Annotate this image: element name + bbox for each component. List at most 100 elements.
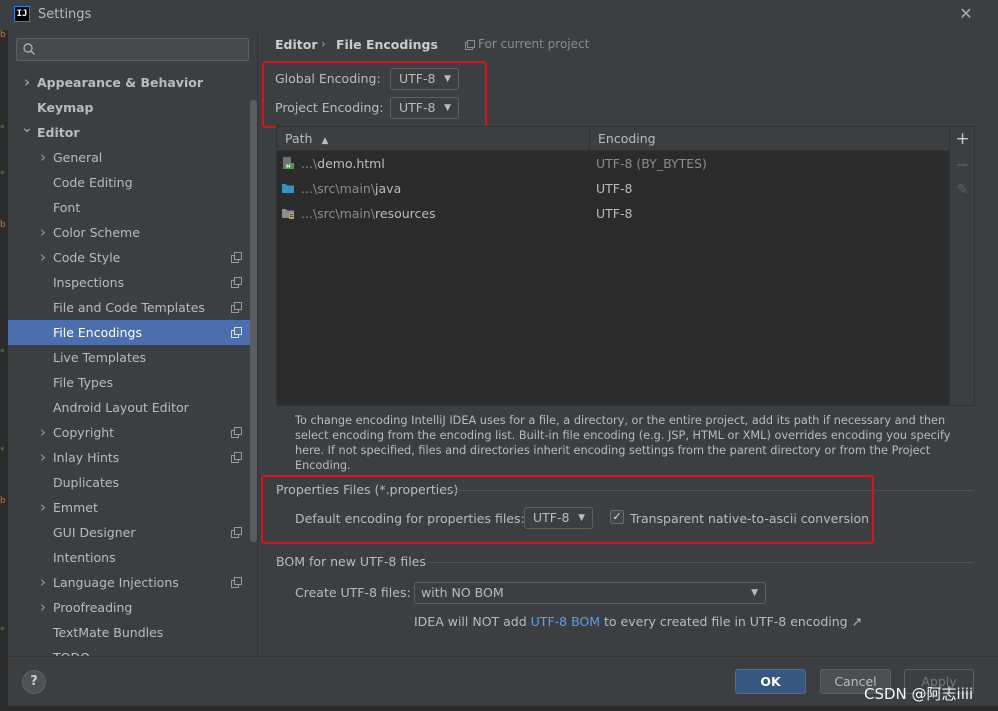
chevron-down-icon: ▼ (578, 513, 585, 523)
sidebar-item-label: Copyright (53, 425, 115, 440)
chevron-down-icon[interactable]: ⌄ (21, 116, 33, 141)
edit-icon[interactable]: ✎ (950, 179, 975, 201)
sidebar-item-label: Proofreading (53, 600, 133, 615)
sidebar-item-gui-designer[interactable]: GUI Designer (8, 520, 257, 545)
project-encoding-label: Project Encoding: (275, 100, 384, 115)
project-encoding-value: UTF-8 (399, 100, 436, 115)
sidebar-item-duplicates[interactable]: Duplicates (8, 470, 257, 495)
csdn-watermark: CSDN @阿志iiii (864, 685, 974, 703)
sidebar-item-label: Duplicates (53, 475, 120, 490)
properties-encoding-dropdown[interactable]: UTF-8 ▼ (524, 507, 593, 529)
encoding-cell[interactable]: UTF-8 (596, 176, 632, 201)
sidebar-item-file-types[interactable]: File Types (8, 370, 257, 395)
sidebar-item-todo[interactable]: TODO (8, 645, 257, 656)
sidebar-item-file-encodings[interactable]: File Encodings (8, 320, 257, 345)
bom-note: IDEA will NOT add UTF-8 BOM to every cre… (414, 614, 862, 629)
settings-tree: › Appearance & Behavior Keymap ⌄ Editor › Gene… (8, 70, 257, 656)
sidebar-item-android-layout-editor[interactable]: Android Layout Editor (8, 395, 257, 420)
bom-option-value: with NO BOM (421, 585, 504, 600)
global-encoding-dropdown[interactable]: UTF-8 ▼ (390, 68, 459, 90)
chevron-right-icon[interactable]: › (21, 70, 33, 95)
transparent-conversion-checkbox[interactable]: ✓ (610, 510, 624, 524)
sidebar-item-keymap[interactable]: Keymap (8, 95, 257, 120)
properties-encoding-value: UTF-8 (533, 510, 570, 525)
page-title: File Encodings (336, 37, 438, 52)
chevron-right-icon[interactable]: › (37, 570, 49, 595)
editor-gutter-mark: * (0, 446, 5, 456)
project-scope-icon (231, 302, 242, 313)
path-name: demo.html (317, 156, 385, 171)
remove-icon[interactable]: − (950, 154, 975, 176)
sidebar-item-proofreading[interactable]: › Proofreading (8, 595, 257, 620)
chevron-right-icon[interactable]: › (37, 220, 49, 245)
properties-section-title: Properties Files (*.properties) (276, 482, 459, 497)
sidebar-item-file-and-code-templates[interactable]: File and Code Templates (8, 295, 257, 320)
search-icon (23, 43, 35, 55)
chevron-right-icon[interactable]: › (37, 595, 49, 620)
ok-button[interactable]: OK (735, 669, 806, 694)
chevron-right-icon[interactable]: › (37, 420, 49, 445)
help-button[interactable]: ? (22, 670, 46, 694)
bom-option-dropdown[interactable]: with NO BOM ▼ (414, 582, 766, 604)
sidebar-item-font[interactable]: Font (8, 195, 257, 220)
column-header-encoding[interactable]: Encoding (590, 127, 948, 151)
sidebar-item-color-scheme[interactable]: › Color Scheme (8, 220, 257, 245)
column-header-path-label: Path (285, 131, 313, 146)
sidebar-item-label: File Encodings (53, 325, 143, 340)
column-header-path[interactable]: Path ▲ (277, 127, 589, 151)
chevron-right-icon[interactable]: › (37, 145, 49, 170)
utf8-bom-link[interactable]: UTF-8 BOM (531, 614, 600, 629)
sidebar-item-label: Appearance & Behavior (37, 75, 203, 90)
sidebar-item-code-style[interactable]: › Code Style (8, 245, 257, 270)
sidebar-item-live-templates[interactable]: Live Templates (8, 345, 257, 370)
encoding-cell[interactable]: UTF-8 (596, 201, 632, 226)
sidebar-scrollbar[interactable] (250, 100, 257, 542)
sidebar-item-label: TextMate Bundles (53, 625, 164, 640)
intellij-app-icon: IJ (14, 6, 30, 22)
resources-folder-icon (282, 209, 294, 219)
chevron-right-icon[interactable]: › (37, 495, 49, 520)
breadcrumb-editor[interactable]: Editor (275, 37, 318, 52)
project-scope-icon (231, 527, 242, 538)
encoding-help-text: To change encoding IntelliJ IDEA uses fo… (295, 414, 951, 472)
sidebar-item-inspections[interactable]: Inspections (8, 270, 257, 295)
properties-default-encoding-label: Default encoding for properties files: (295, 511, 525, 526)
folder-icon (282, 184, 294, 193)
project-encoding-dropdown[interactable]: UTF-8 ▼ (390, 97, 459, 119)
table-row[interactable]: ...\demo.html UTF-8 (BY_BYTES) (277, 151, 948, 176)
path-cell: ...\demo.html (301, 151, 385, 176)
sidebar-item-emmet[interactable]: › Emmet (8, 495, 257, 520)
table-row[interactable]: ...\src\main\resources UTF-8 (277, 201, 948, 226)
background-editor-edge: b * * b * * b * (0, 30, 8, 711)
sidebar-item-code-editing[interactable]: Code Editing (8, 170, 257, 195)
settings-search-box[interactable] (16, 38, 249, 61)
table-row[interactable]: ...\src\main\java UTF-8 (277, 176, 948, 201)
transparent-conversion-label[interactable]: Transparent native-to-ascii conversion (630, 511, 869, 526)
sidebar-item-appearance-behavior[interactable]: › Appearance & Behavior (8, 70, 257, 95)
sidebar-item-label: Color Scheme (53, 225, 140, 240)
sidebar-item-textmate-bundles[interactable]: TextMate Bundles (8, 620, 257, 645)
search-input[interactable] (39, 41, 244, 58)
sidebar-item-label: Language Injections (53, 575, 179, 590)
sidebar-item-label: Android Layout Editor (53, 400, 189, 415)
sidebar-item-inlay-hints[interactable]: › Inlay Hints (8, 445, 257, 470)
dialog-footer: ? OK Cancel Apply (8, 656, 998, 711)
project-scope-icon (231, 327, 242, 338)
sidebar-item-intentions[interactable]: Intentions (8, 545, 257, 570)
settings-window: IJ Settings ✕ b * * b * * b * › Appearanc… (0, 0, 998, 711)
chevron-down-icon: ▼ (751, 588, 758, 598)
encoding-cell[interactable]: UTF-8 (BY_BYTES) (596, 151, 707, 176)
chevron-right-icon[interactable]: › (37, 445, 49, 470)
window-title: Settings (38, 7, 92, 22)
sidebar-item-general[interactable]: › General (8, 145, 257, 170)
chevron-right-icon[interactable]: › (37, 245, 49, 270)
sidebar-item-label: Code Editing (53, 175, 133, 190)
sidebar-item-copyright[interactable]: › Copyright (8, 420, 257, 445)
sidebar-item-language-injections[interactable]: › Language Injections (8, 570, 257, 595)
close-icon[interactable]: ✕ (957, 5, 975, 23)
sidebar-item-editor[interactable]: ⌄ Editor (8, 120, 257, 145)
sidebar-item-label: GUI Designer (53, 525, 136, 540)
sidebar-item-label: Editor (37, 125, 80, 140)
add-icon[interactable]: + (950, 128, 975, 150)
global-encoding-label: Global Encoding: (275, 71, 381, 86)
